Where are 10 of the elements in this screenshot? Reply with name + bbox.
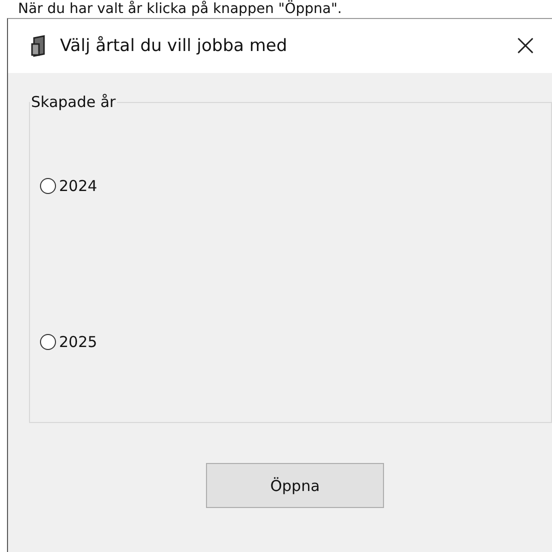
radio-option[interactable]: 2024	[40, 177, 98, 195]
window-title: Välj årtal du vill jobba med	[60, 36, 288, 56]
group-label: Skapade år	[30, 93, 117, 111]
app-icon	[30, 35, 48, 57]
radio-button[interactable]	[40, 178, 56, 194]
radio-button[interactable]	[40, 334, 56, 350]
radio-option[interactable]: 2025	[40, 333, 98, 351]
instruction-text: När du har valt år klicka på knappen "Öppna".	[17, 0, 343, 18]
close-button[interactable]: ×	[498, 31, 552, 61]
open-button[interactable]: Öppna	[206, 463, 384, 508]
